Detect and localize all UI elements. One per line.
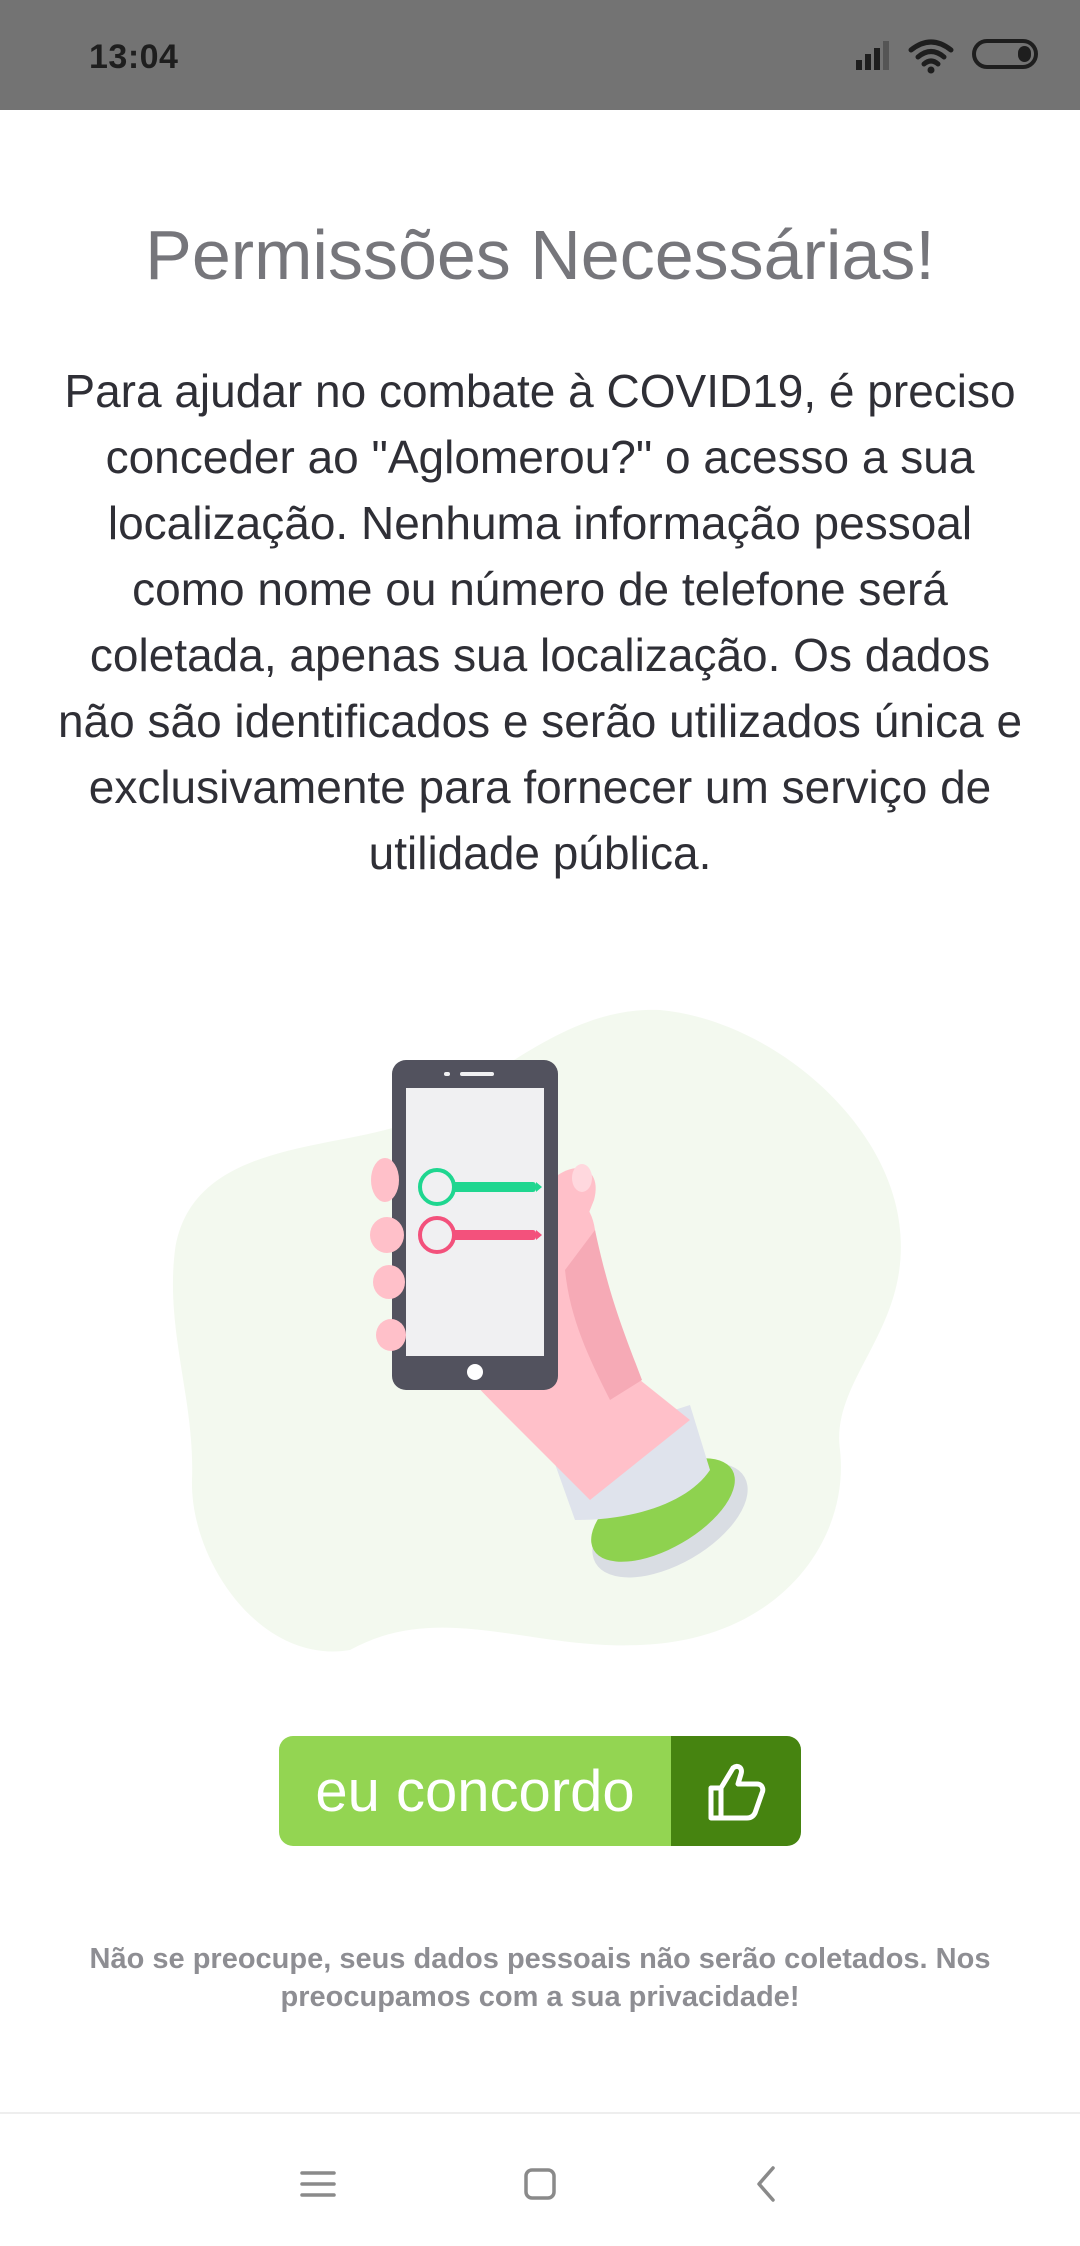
menu-icon[interactable] — [288, 2154, 348, 2214]
status-bar: 13:04 — [0, 0, 1080, 110]
agree-button-label-area[interactable]: eu concordo — [279, 1736, 671, 1846]
battery-icon — [972, 39, 1038, 69]
navigation-bar — [0, 2112, 1080, 2246]
thumbs-up-icon — [708, 1763, 766, 1821]
agree-button[interactable]: eu concordo — [279, 1736, 801, 1846]
signal-icon — [856, 41, 889, 70]
status-time: 13:04 — [89, 38, 179, 76]
home-icon[interactable] — [510, 2154, 570, 2214]
wifi-icon — [908, 39, 954, 74]
hand-holding-phone-illustration — [172, 1009, 901, 1652]
agree-button-label: eu concordo — [315, 1758, 635, 1824]
page-title: Permissões Necessárias! — [145, 216, 935, 294]
privacy-note: Não se preocupe, seus dados pessoais não… — [89, 1943, 991, 2013]
agree-button-icon-area[interactable] — [671, 1736, 801, 1846]
permission-description: Para ajudar no combate à COVID19, é prec… — [57, 365, 1023, 879]
back-icon[interactable] — [737, 2154, 797, 2214]
